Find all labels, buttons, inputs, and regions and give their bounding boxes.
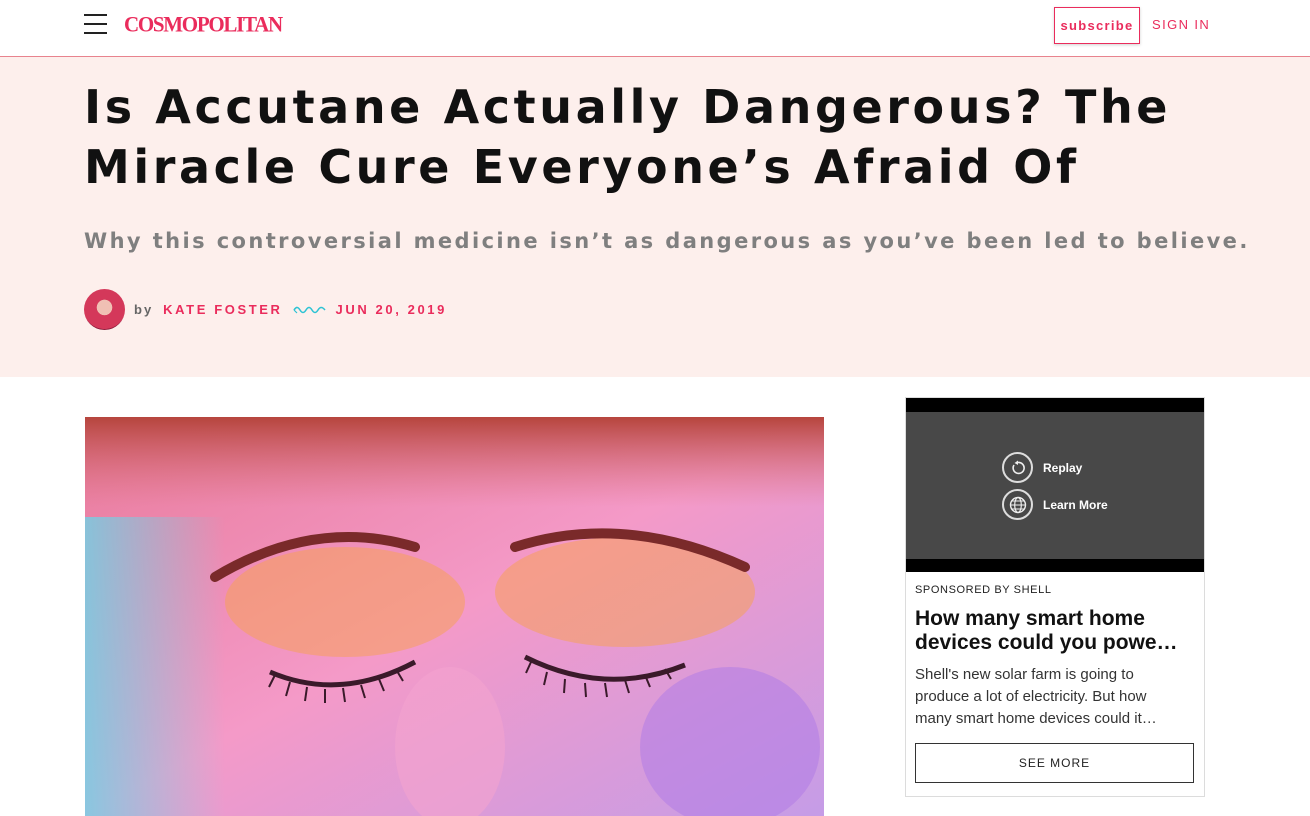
byline: by KATE FOSTER JUN 20, 2019: [84, 288, 447, 330]
sponsored-ad[interactable]: Replay Learn More SPONSORED BY SHELL How…: [905, 397, 1205, 797]
see-more-button[interactable]: SEE MORE: [915, 743, 1194, 783]
replay-label: Replay: [1043, 460, 1083, 475]
closed-eyes-photo: [85, 417, 824, 816]
byline-prefix: by: [134, 301, 154, 317]
sign-in-link[interactable]: SIGN IN: [1152, 17, 1210, 32]
learn-more-button[interactable]: Learn More: [1002, 489, 1108, 520]
author-avatar[interactable]: [84, 288, 125, 330]
replay-button[interactable]: Replay: [1002, 452, 1082, 483]
ad-video-frame[interactable]: Replay Learn More: [906, 412, 1204, 559]
top-navigation: COSMOPOLITAN subscribe SIGN IN: [0, 0, 1310, 57]
globe-icon: [1002, 489, 1033, 520]
publish-date: JUN 20, 2019: [335, 301, 447, 317]
sponsor-label: SPONSORED BY SHELL: [915, 584, 1052, 596]
article-dek: Why this controversial medicine isn’t as…: [84, 229, 1250, 253]
learn-more-label: Learn More: [1043, 497, 1108, 512]
article-headline: Is Accutane Actually Dangerous? The Mira…: [84, 80, 1172, 194]
hamburger-icon[interactable]: [84, 14, 107, 34]
squiggle-divider-icon: [292, 306, 326, 314]
author-link[interactable]: KATE FOSTER: [163, 302, 282, 317]
replay-icon: [1002, 452, 1033, 483]
subscribe-button[interactable]: subscribe: [1054, 7, 1140, 44]
ad-title[interactable]: How many smart home devices could you po…: [915, 607, 1197, 655]
ad-body: Shell's new solar farm is going to produ…: [915, 666, 1157, 727]
cosmopolitan-logo[interactable]: COSMOPOLITAN: [124, 11, 283, 37]
article-header: Is Accutane Actually Dangerous? The Mira…: [0, 57, 1310, 377]
lead-image: [85, 417, 824, 816]
ad-video-player[interactable]: Replay Learn More: [906, 398, 1204, 572]
